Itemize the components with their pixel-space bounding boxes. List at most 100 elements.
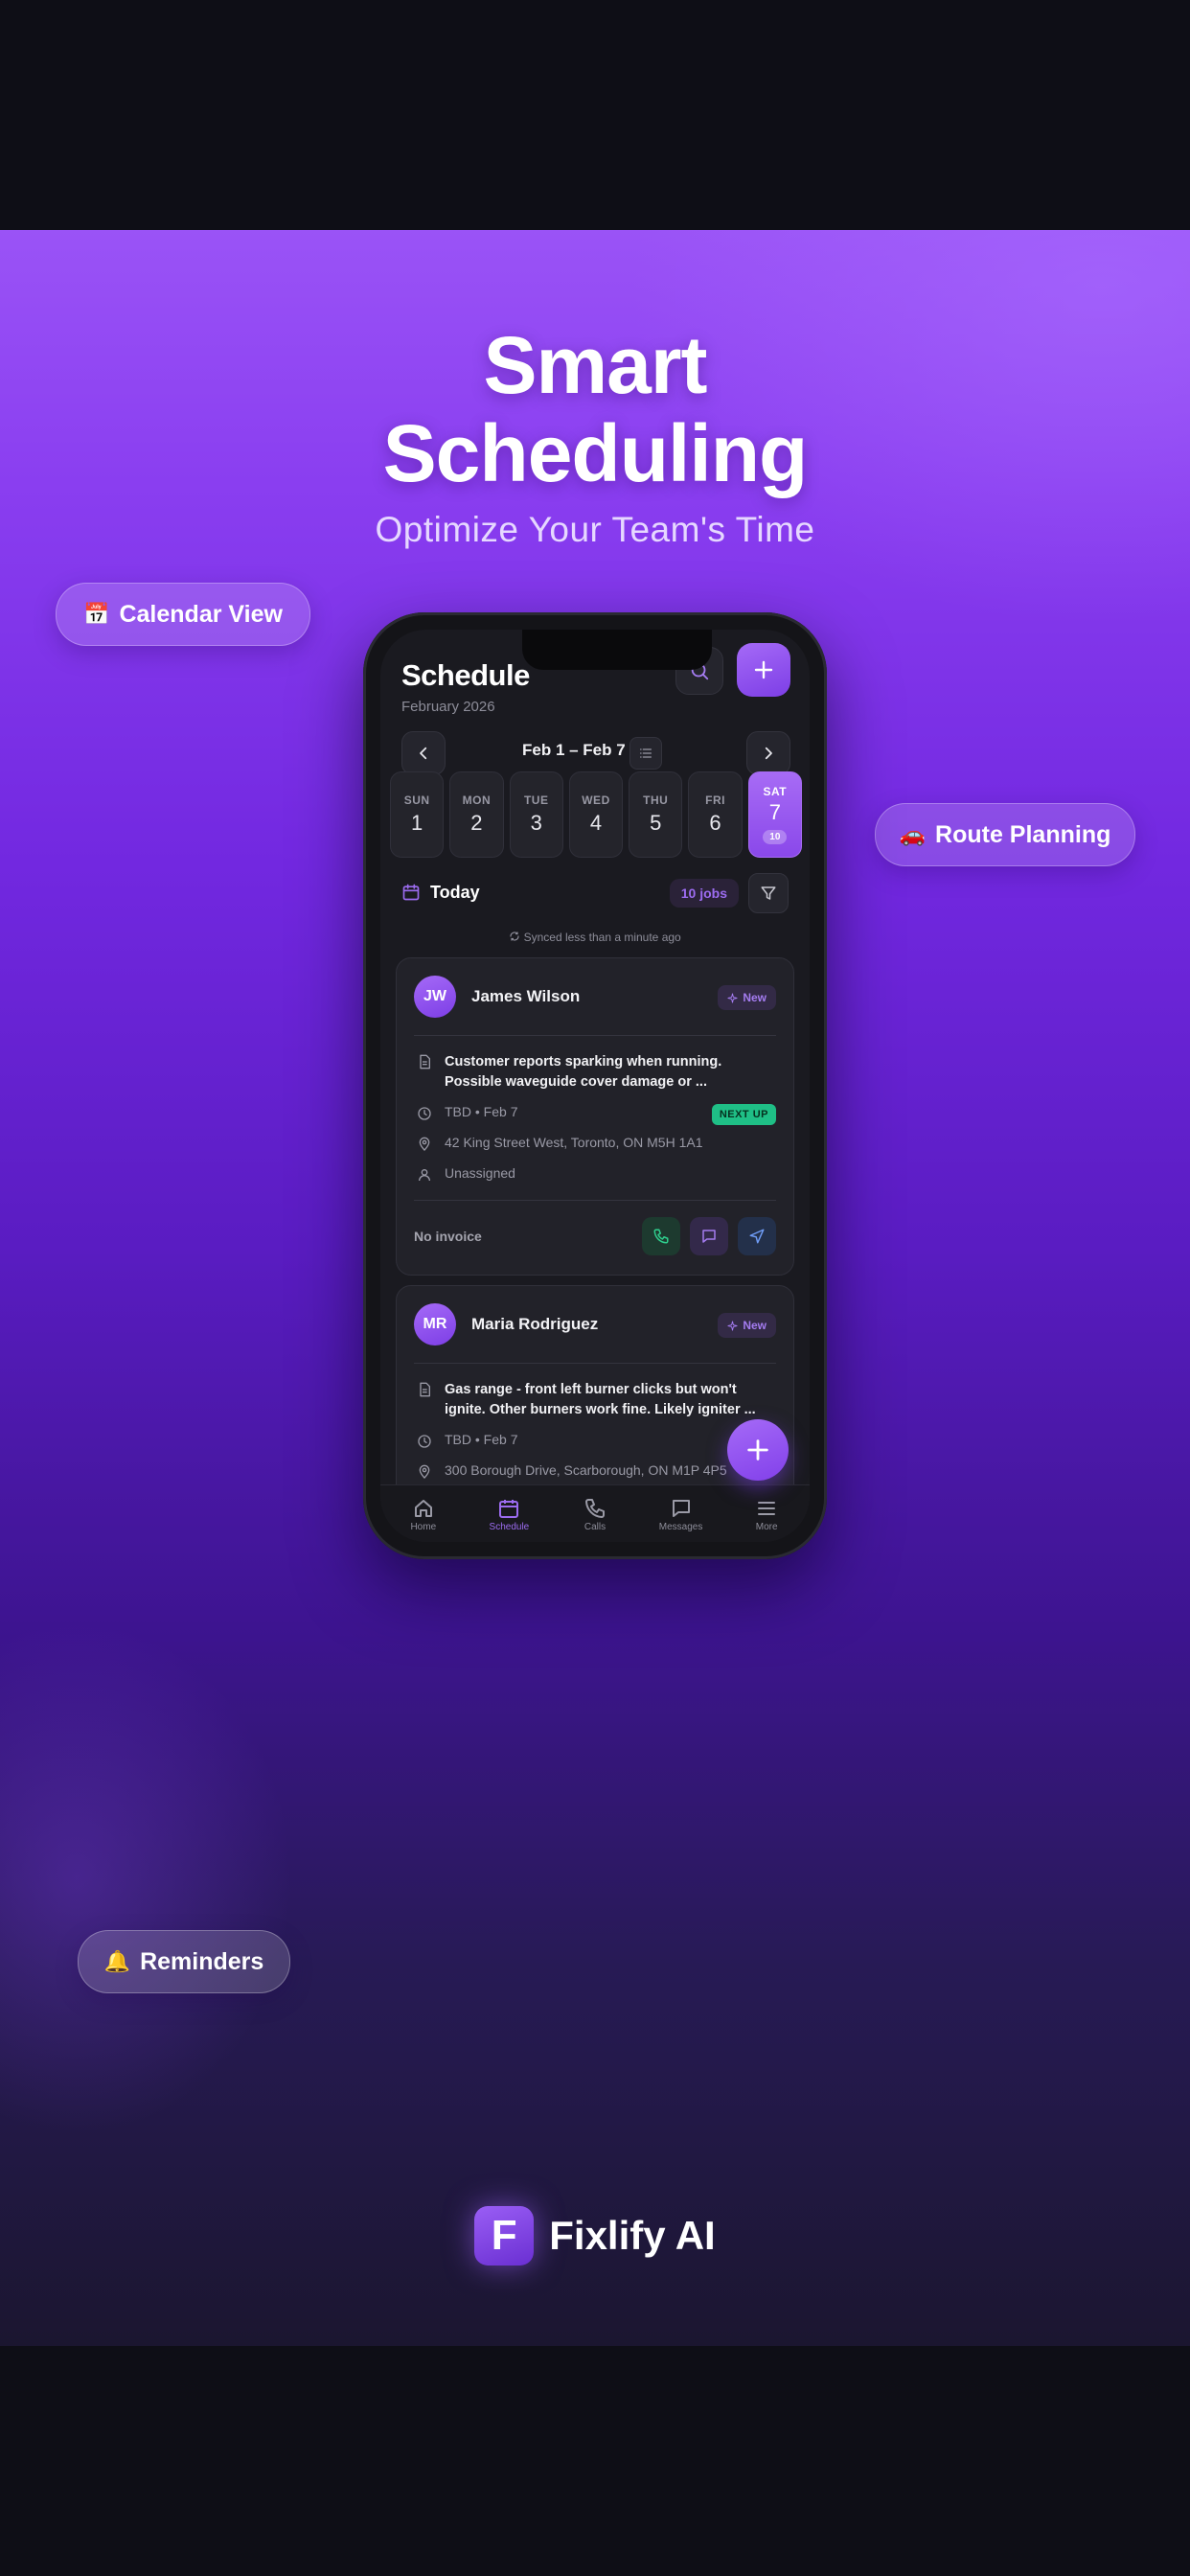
app-screen: Schedule February 2026 Feb 1 – Feb 7 SUN…: [380, 630, 810, 1542]
next-up-badge: NEXT UP: [711, 1104, 776, 1125]
filter-icon: [761, 886, 776, 900]
promo-poster: Smart Scheduling Optimize Your Team's Ti…: [0, 230, 1190, 2346]
callout-calendar-view: 📅 Calendar View: [56, 583, 310, 646]
day-name: FRI: [705, 794, 725, 807]
next-week-button[interactable]: [746, 731, 790, 775]
job-description: Customer reports sparking when running. …: [445, 1054, 722, 1090]
chevron-right-icon: [765, 747, 772, 760]
day-number: 2: [470, 811, 483, 835]
tab-home[interactable]: Home: [395, 1497, 452, 1532]
status-badge: New: [718, 1313, 776, 1338]
phone-mockup: Schedule February 2026 Feb 1 – Feb 7 SUN…: [363, 612, 827, 1559]
month-label: February 2026: [401, 699, 495, 715]
status-badge: New: [718, 985, 776, 1010]
sync-icon: [510, 932, 519, 941]
plus-icon: [754, 660, 773, 679]
sync-text: Synced less than a minute ago: [523, 931, 681, 944]
divider: [414, 1035, 776, 1036]
headline-line-1: Smart: [483, 320, 707, 410]
tab-label: Home: [410, 1522, 437, 1532]
avatar: MR: [414, 1303, 456, 1346]
clock-icon: [418, 1107, 431, 1120]
filter-button[interactable]: [748, 873, 789, 913]
page-title: Schedule: [401, 658, 530, 692]
day-mon[interactable]: MON 2: [449, 771, 504, 858]
day-name: SUN: [403, 794, 430, 807]
add-job-button[interactable]: [737, 643, 790, 697]
day-number: 3: [530, 811, 542, 835]
navigation-icon: [749, 1229, 765, 1244]
job-description-row: Customer reports sparking when running. …: [414, 1052, 776, 1092]
job-time: TBD • Feb 7: [445, 1104, 518, 1119]
job-address: 42 King Street West, Toronto, ON M5H 1A1: [445, 1135, 703, 1150]
phone-icon: [584, 1499, 605, 1518]
tab-label: More: [755, 1522, 778, 1532]
job-assignee: Unassigned: [445, 1165, 515, 1181]
message-icon: [672, 1500, 690, 1517]
document-icon: [420, 1382, 430, 1397]
job-description-row: Gas range - front left burner clicks but…: [414, 1380, 776, 1420]
day-thu[interactable]: THU 5: [629, 771, 683, 858]
map-pin-icon: [419, 1464, 430, 1479]
home-icon: [414, 1500, 432, 1517]
tab-label: Messages: [658, 1522, 703, 1532]
tab-calls[interactable]: Calls: [566, 1497, 624, 1532]
job-address: 300 Borough Drive, Scarborough, ON M1P 4…: [445, 1462, 727, 1478]
map-pin-icon: [419, 1137, 430, 1151]
tab-schedule[interactable]: Schedule: [480, 1497, 538, 1532]
day-wed[interactable]: WED 4: [568, 771, 624, 858]
job-address-row: 300 Borough Drive, Scarborough, ON M1P 4…: [414, 1462, 776, 1480]
tab-label: Schedule: [489, 1522, 530, 1532]
week-range: Feb 1 – Feb 7: [522, 741, 626, 759]
status-label: New: [743, 991, 767, 1004]
brand-name: Fixlify AI: [549, 2213, 716, 2258]
list-icon: [640, 748, 652, 758]
today-label: Today: [430, 882, 480, 902]
callout-reminders: 🔔 Reminders: [78, 1930, 290, 1993]
day-number: 1: [411, 811, 423, 835]
sync-status: Synced less than a minute ago: [380, 931, 810, 944]
calendar-emoji-icon: 📅: [83, 602, 110, 626]
message-button[interactable]: [690, 1217, 728, 1255]
day-fri[interactable]: FRI 6: [688, 771, 743, 858]
job-assignee-row: Unassigned: [414, 1165, 776, 1183]
divider: [414, 1200, 776, 1201]
tab-label: Calls: [584, 1522, 606, 1532]
callout-route-planning: 🚗 Route Planning: [875, 803, 1135, 866]
callout-label: Calendar View: [119, 600, 283, 628]
calendar-icon: [499, 1500, 519, 1518]
day-sun[interactable]: SUN 1: [390, 771, 445, 858]
bell-emoji-icon: 🔔: [103, 1949, 131, 1973]
job-card[interactable]: JW James Wilson New Customer reports spa…: [396, 957, 794, 1276]
day-name: WED: [582, 794, 610, 807]
call-button[interactable]: [642, 1217, 680, 1255]
calendar-icon: [402, 884, 420, 901]
bottom-tab-bar: Home Schedule Calls Messages More: [380, 1484, 810, 1542]
tab-messages[interactable]: Messages: [652, 1497, 710, 1532]
prev-week-button[interactable]: [401, 731, 446, 775]
job-address-row: 42 King Street West, Toronto, ON M5H 1A1: [414, 1135, 776, 1152]
sparkle-icon: [727, 1320, 738, 1331]
clock-icon: [418, 1435, 431, 1448]
tab-more[interactable]: More: [738, 1497, 795, 1532]
job-time: TBD • Feb 7: [445, 1432, 518, 1447]
message-icon: [702, 1230, 716, 1243]
navigate-button[interactable]: [738, 1217, 776, 1255]
headline: Smart Scheduling: [0, 321, 1190, 497]
day-number: 6: [709, 811, 721, 835]
chevron-left-icon: [420, 747, 427, 760]
week-day-strip: SUN 1 MON 2 TUE 3 WED 4 THU 5 FRI 6 SAT 7 10: [390, 771, 802, 858]
callout-label: Reminders: [140, 1947, 264, 1975]
invoice-status: No invoice: [414, 1229, 482, 1244]
job-time-row: TBD • Feb 7: [414, 1432, 776, 1449]
add-job-fab[interactable]: [727, 1419, 789, 1481]
phone-notch: [522, 630, 712, 670]
callout-label: Route Planning: [935, 820, 1111, 848]
menu-icon: [758, 1502, 776, 1515]
day-sat-selected[interactable]: SAT 7 10: [747, 771, 802, 858]
day-name: MON: [462, 794, 492, 807]
brand-lockup: F Fixlify AI: [0, 2206, 1190, 2266]
list-view-button[interactable]: [629, 737, 662, 770]
user-icon: [419, 1169, 430, 1182]
day-tue[interactable]: TUE 3: [509, 771, 563, 858]
